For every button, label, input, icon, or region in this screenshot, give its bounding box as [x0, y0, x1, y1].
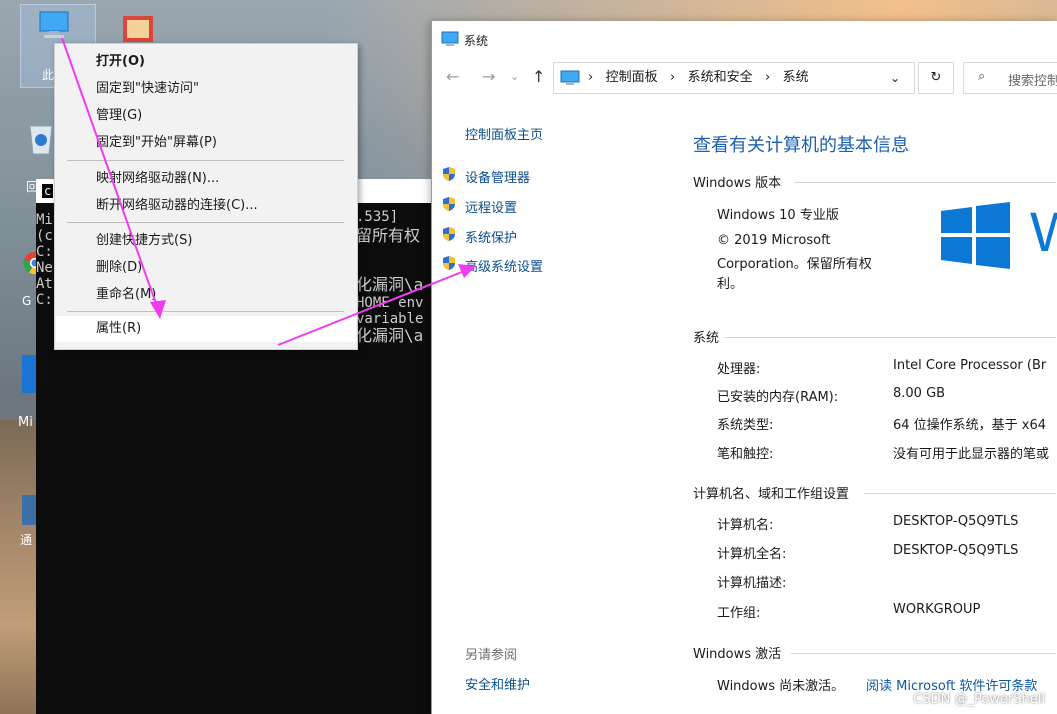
- breadcrumb-separator: ›: [756, 70, 779, 85]
- search-placeholder: 搜索控制: [1008, 74, 1057, 89]
- menu-separator: [67, 222, 344, 223]
- cmd-line: Ne: [36, 260, 53, 276]
- device-manager-link[interactable]: 设备管理器: [465, 167, 530, 186]
- watermark: CSDN @_PowerShell: [913, 692, 1045, 707]
- computer-name-label: 计算机名:: [717, 518, 774, 533]
- ram-value: 8.00 GB: [893, 386, 946, 401]
- cmd-line: HOME env: [356, 295, 424, 311]
- copyright-line: 利。: [717, 277, 744, 292]
- control-panel-icon: [560, 70, 580, 85]
- menu-item-rename[interactable]: 重命名(M): [56, 282, 356, 308]
- shield-icon: [443, 167, 455, 181]
- pen-touch-value: 没有可用于此显示器的笔或: [893, 447, 1050, 462]
- system-protection-link[interactable]: 系统保护: [465, 227, 517, 246]
- cmd-line: At: [36, 276, 53, 292]
- cmd-line: 留所有权: [356, 226, 421, 245]
- breadcrumb-separator: ›: [661, 70, 684, 85]
- computer-name-value: DESKTOP-Q5Q9TLS: [893, 514, 1019, 529]
- computer-description-label: 计算机描述:: [717, 576, 787, 591]
- windows-logo: [941, 202, 1010, 269]
- system-section: 系统: [693, 331, 720, 346]
- advanced-system-settings-link[interactable]: 高级系统设置: [465, 256, 543, 275]
- search-box[interactable]: ⌕ 搜索控制: [963, 62, 1057, 94]
- folder-icon[interactable]: [121, 12, 157, 44]
- windows-edition-value: Windows 10 专业版: [717, 208, 839, 223]
- menu-separator: [67, 160, 344, 161]
- remote-settings-link[interactable]: 远程设置: [465, 197, 517, 216]
- breadcrumb-system[interactable]: 系统: [783, 70, 809, 85]
- security-maintenance-link[interactable]: 安全和维护: [465, 674, 530, 693]
- cmd-line: C:: [36, 292, 53, 308]
- cmd-output-left: Mi (c C: Ne At C:: [36, 212, 53, 308]
- shield-icon: [443, 256, 455, 270]
- control-panel-home-link[interactable]: 控制面板主页: [465, 124, 543, 143]
- section-divider: [794, 182, 1056, 183]
- menu-item-open[interactable]: 打开(O): [56, 49, 356, 75]
- cmd-line: 化漏洞\a: [356, 275, 424, 294]
- processor-value: Intel Core Processor (Br: [893, 358, 1047, 373]
- recycle-bin-icon: [29, 125, 53, 155]
- cmd-line: 化漏洞\a: [356, 326, 424, 345]
- breadcrumb-separator: ›: [588, 70, 602, 85]
- see-also-title: 另请参阅: [465, 648, 518, 663]
- breadcrumb-control-panel[interactable]: 控制面板: [606, 70, 658, 85]
- windows-edition-section: Windows 版本: [693, 176, 782, 191]
- processor-label: 处理器:: [717, 362, 761, 377]
- cmd-line: .535]: [356, 209, 399, 225]
- shield-icon: [443, 227, 455, 241]
- breadcrumb: › 控制面板 › 系统和安全 › 系统: [588, 63, 809, 93]
- cmd-line: [356, 247, 423, 275]
- menu-item-disconnect-drive[interactable]: 断开网络驱动器的连接(C)...: [56, 193, 356, 219]
- cmd-line: (c: [36, 228, 53, 244]
- system-window: 系统 ← → ⌄ ↑ › 控制面板 › 系统和安全 › 系统 ⌄ ↻ ⌕ 搜索控…: [431, 21, 1057, 714]
- section-divider: [864, 493, 1056, 494]
- refresh-button[interactable]: ↻: [918, 62, 954, 94]
- windows-logo-text: W: [1030, 200, 1057, 263]
- up-button[interactable]: ↑: [532, 62, 545, 92]
- address-bar[interactable]: › 控制面板 › 系统和安全 › 系统 ⌄: [553, 62, 915, 94]
- copyright-line: Corporation。保留所有权: [717, 257, 872, 272]
- copyright-line: © 2019 Microsoft: [717, 233, 831, 248]
- menu-item-pin-start[interactable]: 固定到"开始"屏幕(P): [56, 130, 356, 156]
- recent-dropdown-icon[interactable]: ⌄: [510, 62, 519, 92]
- menu-item-properties[interactable]: 属性(R): [56, 316, 356, 342]
- forward-button[interactable]: →: [482, 62, 495, 92]
- menu-item-create-shortcut[interactable]: 创建快捷方式(S): [56, 228, 356, 254]
- menu-item-manage[interactable]: 管理(G): [56, 103, 356, 129]
- menu-item-delete[interactable]: 删除(D): [56, 255, 356, 281]
- this-pc-icon: [39, 11, 69, 38]
- full-computer-name-label: 计算机全名:: [717, 547, 787, 562]
- cmd-line: variable: [356, 311, 424, 327]
- search-icon: ⌕: [978, 69, 986, 84]
- computer-name-section: 计算机名、域和工作组设置: [693, 487, 850, 502]
- system-type-value: 64 位操作系统，基于 x64: [893, 418, 1047, 433]
- activation-section: Windows 激活: [693, 647, 782, 662]
- cmd-title: c: [42, 184, 54, 198]
- system-type-label: 系统类型:: [717, 418, 774, 433]
- chevron-down-icon[interactable]: ⌄: [890, 63, 900, 93]
- section-divider: [724, 337, 1056, 338]
- system-window-icon: [441, 31, 459, 46]
- menu-separator: [67, 311, 344, 312]
- back-button[interactable]: ←: [446, 62, 459, 92]
- full-computer-name-value: DESKTOP-Q5Q9TLS: [893, 543, 1019, 558]
- workgroup-label: 工作组:: [717, 606, 761, 621]
- breadcrumb-system-security[interactable]: 系统和安全: [688, 70, 753, 85]
- section-divider: [791, 653, 1056, 654]
- ram-label: 已安装的内存(RAM):: [717, 390, 839, 405]
- cmd-output-right: .535] 留所有权 化漏洞\a HOME env variable 化漏洞\a: [356, 209, 423, 345]
- context-menu: 打开(O) 固定到"快速访问" 管理(G) 固定到"开始"屏幕(P) 映射网络驱…: [54, 43, 358, 350]
- shield-icon: [443, 197, 455, 211]
- window-title: 系统: [464, 34, 489, 48]
- pen-touch-label: 笔和触控:: [717, 447, 774, 462]
- cmd-line: C:: [36, 244, 53, 260]
- workgroup-value: WORKGROUP: [893, 602, 981, 617]
- activation-status: Windows 尚未激活。: [717, 679, 845, 694]
- menu-item-pin-quick-access[interactable]: 固定到"快速访问": [56, 76, 356, 102]
- page-heading: 查看有关计算机的基本信息: [693, 135, 909, 156]
- cmd-line: Mi: [36, 212, 53, 228]
- menu-item-map-drive[interactable]: 映射网络驱动器(N)...: [56, 166, 356, 192]
